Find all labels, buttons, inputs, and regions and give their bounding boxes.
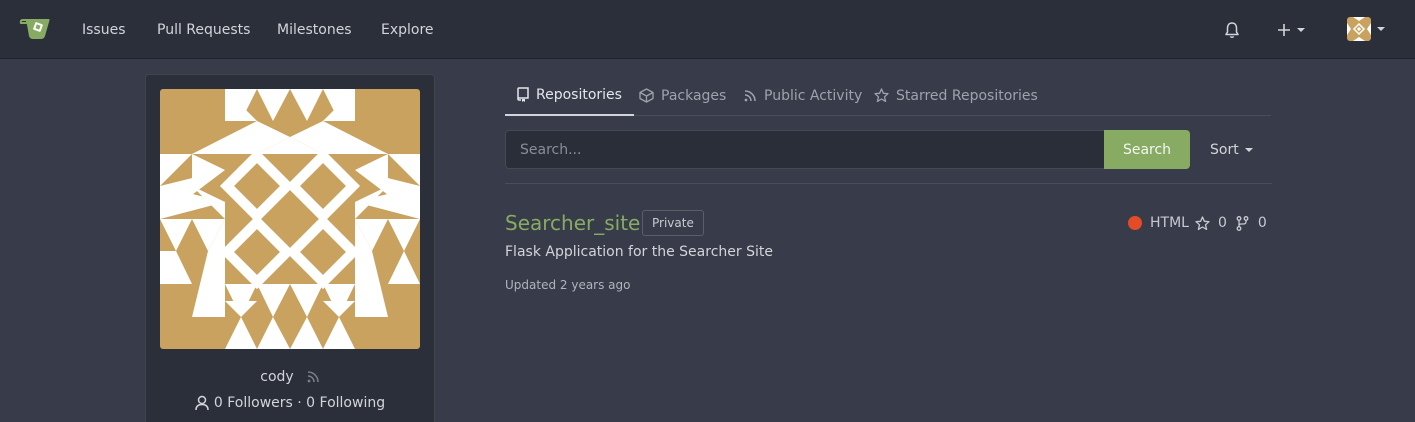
bell-icon bbox=[1225, 22, 1239, 38]
divider bbox=[505, 183, 1272, 184]
star-icon bbox=[874, 88, 889, 103]
chevron-down-icon bbox=[1297, 28, 1305, 32]
gitea-logo-icon[interactable] bbox=[19, 16, 53, 42]
rss-icon bbox=[744, 89, 756, 101]
nav-pull-requests[interactable]: Pull Requests bbox=[157, 20, 250, 40]
nav-milestones[interactable]: Milestones bbox=[277, 20, 352, 40]
notifications-button[interactable] bbox=[1224, 18, 1240, 42]
repo-language: HTML bbox=[1150, 215, 1189, 231]
create-new-menu[interactable] bbox=[1277, 18, 1305, 42]
nav-issues[interactable]: Issues bbox=[82, 20, 126, 40]
profile-tabs: Repositories Packages Public Activity St… bbox=[505, 75, 1271, 116]
repo-updated-time: Updated 2 years ago bbox=[505, 278, 631, 292]
username-row: cody bbox=[146, 369, 434, 385]
star-icon[interactable] bbox=[1195, 215, 1210, 231]
chevron-down-icon bbox=[1377, 27, 1385, 31]
tab-starred-repositories[interactable]: Starred Repositories bbox=[874, 75, 1038, 116]
tab-repositories[interactable]: Repositories bbox=[505, 75, 634, 116]
top-navbar: Issues Pull Requests Milestones Explore bbox=[0, 0, 1415, 59]
package-icon bbox=[639, 88, 654, 103]
person-icon bbox=[195, 395, 209, 411]
repo-icon bbox=[517, 87, 529, 102]
repo-description: Flask Application for the Searcher Site bbox=[505, 244, 773, 260]
rss-icon[interactable] bbox=[306, 370, 320, 384]
repo-meta: HTML 0 0 bbox=[1128, 213, 1267, 233]
repo-stars: 0 bbox=[1217, 215, 1227, 231]
fork-icon[interactable] bbox=[1236, 215, 1249, 231]
profile-card: cody 0 Followers · 0 Following bbox=[145, 74, 435, 422]
profile-avatar bbox=[160, 89, 420, 349]
follow-stats[interactable]: 0 Followers · 0 Following bbox=[146, 395, 434, 411]
private-badge: Private bbox=[642, 210, 704, 236]
followers-text: 0 Followers · 0 Following bbox=[213, 395, 386, 411]
avatar bbox=[1347, 17, 1371, 41]
username: cody bbox=[260, 369, 294, 385]
sort-dropdown[interactable]: Sort bbox=[1210, 142, 1253, 158]
chevron-down-icon bbox=[1244, 148, 1253, 152]
search-button[interactable]: Search bbox=[1104, 130, 1190, 169]
nav-explore[interactable]: Explore bbox=[381, 20, 434, 40]
plus-icon bbox=[1278, 24, 1290, 36]
language-color-dot bbox=[1128, 216, 1142, 230]
user-menu[interactable] bbox=[1347, 17, 1385, 41]
tab-packages[interactable]: Packages bbox=[639, 75, 726, 116]
repo-search-input[interactable] bbox=[505, 130, 1105, 169]
repo-name-link[interactable]: Searcher_site bbox=[505, 210, 640, 236]
repo-forks: 0 bbox=[1257, 215, 1267, 231]
tab-public-activity[interactable]: Public Activity bbox=[743, 75, 862, 116]
